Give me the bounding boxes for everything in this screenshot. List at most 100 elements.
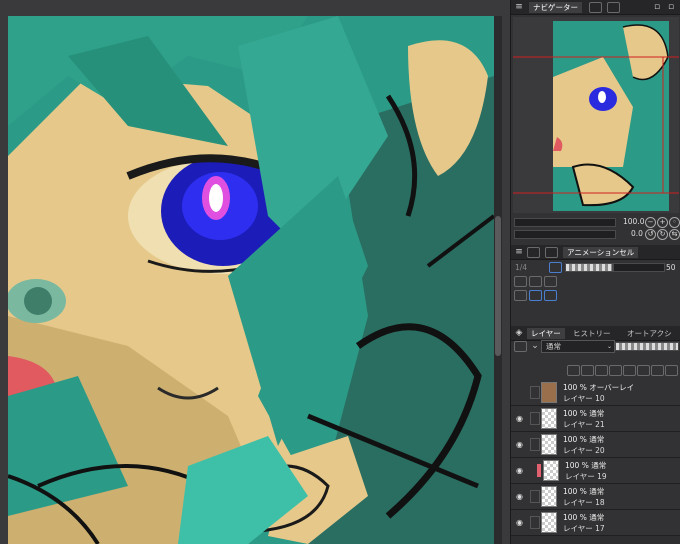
- panel-menu-icon[interactable]: ≡: [513, 247, 525, 257]
- layer-stack-icon: ◈: [515, 328, 523, 338]
- scrollbar-thumb[interactable]: [495, 216, 501, 356]
- rotate-value: 0.0: [631, 229, 643, 238]
- blend-mode-value: 通常: [546, 342, 561, 351]
- cel-value: 50: [666, 263, 676, 272]
- zoom-slider[interactable]: [514, 218, 616, 227]
- layer-opacity-mode: 100 % 通常: [563, 435, 605, 444]
- visibility-toggle-icon[interactable]: ◉: [516, 466, 526, 475]
- blend-mode-row: ⌄ 通常 ⌄: [511, 340, 680, 354]
- layer-row[interactable]: ◉ 100 % 通常 レイヤー 19: [511, 458, 680, 484]
- layer-thumbnail: [543, 460, 559, 481]
- layer-thumbnail: [541, 486, 557, 507]
- cel-link-icon[interactable]: [529, 276, 542, 287]
- cel-duplicate-icon[interactable]: [544, 276, 557, 287]
- layer-tabbar: ◈ レイヤー ヒストリー オートアクシ: [511, 326, 680, 341]
- panel-collapse-icon[interactable]: ▫: [651, 2, 663, 12]
- flip-icon[interactable]: ⇆: [669, 229, 680, 240]
- right-panel: ≡ ナビゲーター ▫ ▫ 100.0 − + ◦ 0.0 ↺ ↻ ⇆ ≡ アニメ…: [510, 0, 680, 544]
- zoom-out-icon[interactable]: −: [645, 217, 656, 228]
- visibility-toggle-icon[interactable]: ◉: [516, 518, 526, 527]
- layer-toolbar: [511, 356, 680, 378]
- cel-opacity-slider[interactable]: [565, 263, 613, 272]
- canvas-area[interactable]: [0, 0, 510, 544]
- clip-layer-icon[interactable]: [567, 365, 580, 376]
- navigator-thumbnail: [513, 17, 679, 213]
- lock-toggle[interactable]: [530, 490, 540, 503]
- layer-thumbnail: [541, 382, 557, 403]
- item-bank-tab-icon[interactable]: [607, 2, 620, 13]
- cel-show-icon[interactable]: [529, 290, 542, 301]
- layer-opacity-mode: 100 % オーバーレイ: [563, 383, 635, 392]
- onion-skin-icon[interactable]: [549, 262, 562, 273]
- layer-name: レイヤー 21: [563, 420, 605, 429]
- frame-indicator: 1/4: [515, 263, 528, 272]
- layer-row[interactable]: ◉ 100 % 通常 レイヤー 18: [511, 484, 680, 510]
- artwork-canvas[interactable]: [8, 16, 494, 544]
- rotate-slider[interactable]: [514, 230, 616, 239]
- cel-light-table-icon[interactable]: [544, 290, 557, 301]
- layer-name: レイヤー 10: [563, 394, 605, 403]
- panel-menu-icon[interactable]: ≡: [513, 2, 525, 12]
- rotate-left-icon[interactable]: ↺: [645, 229, 656, 240]
- palette-color-icon[interactable]: [665, 365, 678, 376]
- ruler-icon[interactable]: [651, 365, 664, 376]
- lock-transparency-icon[interactable]: [623, 365, 636, 376]
- layer-opacity-mode: 100 % 通常: [563, 409, 605, 418]
- layer-row[interactable]: ◉ 100 % 通常 レイヤー 17: [511, 510, 680, 536]
- layer-settings-icon[interactable]: ⌄: [529, 341, 541, 351]
- tab-animation-cel[interactable]: アニメーションセル: [563, 247, 639, 258]
- layer-opacity-mode: 100 % 通常: [565, 461, 607, 470]
- cel-range-slider[interactable]: [613, 263, 665, 272]
- canvas-vertical-scrollbar[interactable]: [494, 16, 502, 544]
- cel-select-icon[interactable]: [514, 290, 527, 301]
- navigator-controls: 100.0 − + ◦ 0.0 ↺ ↻ ⇆: [511, 214, 680, 242]
- lock-toggle[interactable]: [530, 516, 540, 529]
- layer-row[interactable]: 100 % オーバーレイ レイヤー 10: [511, 380, 680, 406]
- mask-icon[interactable]: [637, 365, 650, 376]
- navigator-preview[interactable]: [513, 17, 679, 213]
- layer-thumbnail: [541, 512, 557, 533]
- animation-controls: 1/4 50: [511, 261, 680, 274]
- reference-layer-icon[interactable]: [581, 365, 594, 376]
- tab-history[interactable]: ヒストリー: [569, 328, 615, 339]
- lock-layer-icon[interactable]: [609, 365, 622, 376]
- layer-opacity-mode: 100 % 通常: [563, 487, 605, 496]
- layer-name: レイヤー 20: [563, 446, 605, 455]
- layer-thumbnail: [541, 408, 557, 429]
- tab-navigator[interactable]: ナビゲーター: [529, 2, 582, 13]
- navigator-tabbar: ≡ ナビゲーター ▫ ▫: [511, 0, 680, 15]
- layer-opacity-mode: 100 % 通常: [563, 513, 605, 522]
- panel-close-icon[interactable]: ▫: [665, 2, 677, 12]
- tab-layer[interactable]: レイヤー: [527, 328, 565, 339]
- layer-opacity-slider[interactable]: [615, 342, 679, 351]
- tab-auto-action[interactable]: オートアクシ: [623, 328, 676, 339]
- cel-tool-icon[interactable]: [514, 276, 527, 287]
- layer-list: 100 % オーバーレイ レイヤー 10 ◉ 100 % 通常 レイヤー 21 …: [511, 380, 680, 544]
- layer-name: レイヤー 19: [565, 472, 607, 481]
- visibility-toggle-icon[interactable]: ◉: [516, 414, 526, 423]
- lock-toggle[interactable]: [530, 438, 540, 451]
- chevron-down-icon: ⌄: [606, 343, 612, 350]
- layer-color-marker: [537, 464, 541, 477]
- tool-property-tab-icon[interactable]: [527, 247, 540, 258]
- layer-row[interactable]: ◉ 100 % 通常 レイヤー 21: [511, 406, 680, 432]
- layer-row[interactable]: ◉ 100 % 通常 レイヤー 20: [511, 432, 680, 458]
- zoom-value: 100.0: [623, 217, 645, 226]
- zoom-in-icon[interactable]: +: [657, 217, 668, 228]
- lock-toggle[interactable]: [530, 386, 540, 399]
- rotate-right-icon[interactable]: ↻: [657, 229, 668, 240]
- blend-mode-select[interactable]: 通常 ⌄: [541, 340, 615, 353]
- zoom-reset-icon[interactable]: ◦: [669, 217, 680, 228]
- layer-property-icon[interactable]: [514, 341, 527, 352]
- brush-size-tab-icon[interactable]: [545, 247, 558, 258]
- visibility-toggle-icon[interactable]: ◉: [516, 492, 526, 501]
- sub-view-tab-icon[interactable]: [589, 2, 602, 13]
- animation-tabbar: ≡ アニメーションセル: [511, 245, 680, 260]
- layer-thumbnail: [541, 434, 557, 455]
- visibility-toggle-icon[interactable]: ◉: [516, 440, 526, 449]
- layer-name: レイヤー 18: [563, 498, 605, 507]
- lock-toggle[interactable]: [530, 412, 540, 425]
- layer-name: レイヤー 17: [563, 524, 605, 533]
- draft-layer-icon[interactable]: [595, 365, 608, 376]
- animation-tools-row: [511, 275, 680, 288]
